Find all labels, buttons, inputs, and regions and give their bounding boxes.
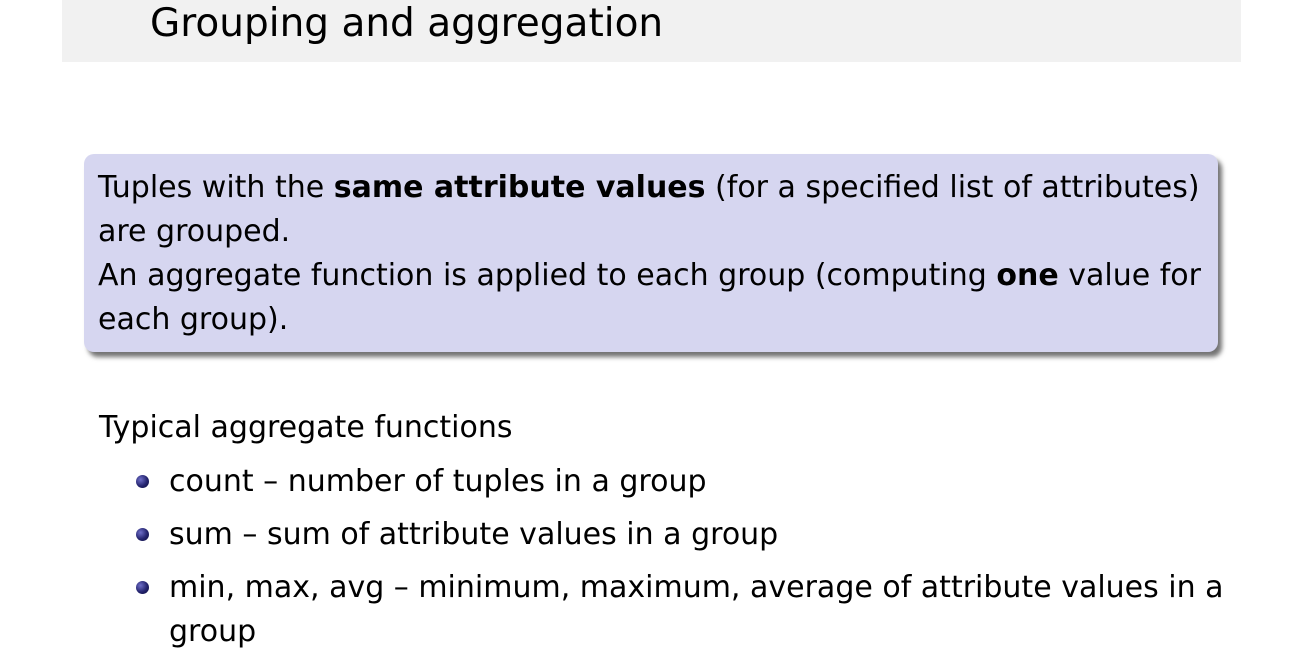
grouping-emphasis: same attribute values bbox=[333, 170, 706, 205]
definition-paragraph-aggregation: An aggregate function is applied to each… bbox=[98, 254, 1206, 342]
list-item: sum – sum of attribute values in a group bbox=[132, 513, 1232, 557]
slide: Grouping and aggregation Tuples with the… bbox=[0, 0, 1304, 663]
slide-title: Grouping and aggregation bbox=[150, 1, 664, 46]
list-item-label: sum – sum of attribute values in a group bbox=[169, 517, 779, 552]
definition-paragraph-grouping: Tuples with the same attribute values (f… bbox=[98, 166, 1206, 254]
title-bar: Grouping and aggregation bbox=[62, 0, 1241, 62]
bullet-icon bbox=[136, 475, 149, 488]
aggregation-text-start: An aggregate function is applied to each… bbox=[98, 258, 997, 293]
functions-heading: Typical aggregate functions bbox=[99, 410, 513, 445]
definition-block: Tuples with the same attribute values (f… bbox=[84, 154, 1218, 352]
list-item-label: min, max, avg – minimum, maximum, averag… bbox=[169, 570, 1224, 649]
list-item-label: count – number of tuples in a group bbox=[169, 464, 707, 499]
list-item: min, max, avg – minimum, maximum, averag… bbox=[132, 566, 1232, 654]
bullet-icon bbox=[136, 581, 149, 594]
grouping-text-start: Tuples with the bbox=[98, 170, 334, 205]
aggregation-emphasis: one bbox=[996, 258, 1059, 293]
list-item: count – number of tuples in a group bbox=[132, 460, 1232, 504]
bullet-icon bbox=[136, 528, 149, 541]
definition-block-body: Tuples with the same attribute values (f… bbox=[98, 166, 1206, 342]
aggregate-function-list: count – number of tuples in a group sum … bbox=[132, 460, 1232, 663]
